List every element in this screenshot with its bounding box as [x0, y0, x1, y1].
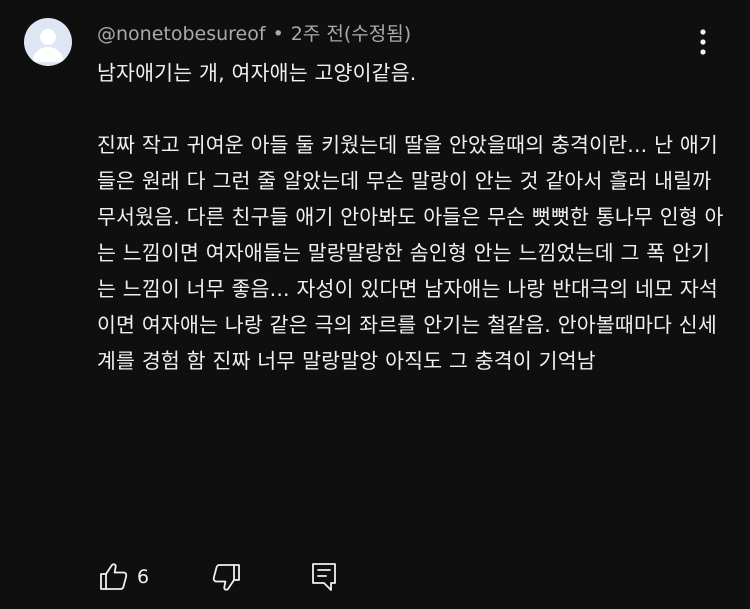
thumb-down-icon	[212, 564, 240, 591]
reply-button[interactable]	[309, 560, 339, 594]
like-count: 6	[137, 566, 150, 588]
reply-comment-icon	[312, 563, 336, 591]
separator-dot: •	[272, 23, 284, 45]
author-name[interactable]: @nonetobesureof	[97, 23, 266, 45]
comment-text: 남자애기는 개, 여자애는 고양이같음. 진짜 작고 귀여운 아들 둘 키웠는데…	[97, 61, 724, 373]
dislike-button[interactable]	[209, 560, 243, 594]
comment-header: @nonetobesureof • 2주 전(수정됨)	[97, 21, 411, 47]
comment-timestamp[interactable]: 2주 전(수정됨)	[291, 23, 411, 45]
thumb-up-icon	[100, 563, 128, 590]
default-avatar-icon	[32, 29, 64, 62]
comment-thread: @nonetobesureof • 2주 전(수정됨) 남자애기는 개, 여자애는 …	[0, 0, 750, 609]
like-button[interactable]	[97, 560, 131, 594]
avatar[interactable]	[24, 18, 72, 66]
